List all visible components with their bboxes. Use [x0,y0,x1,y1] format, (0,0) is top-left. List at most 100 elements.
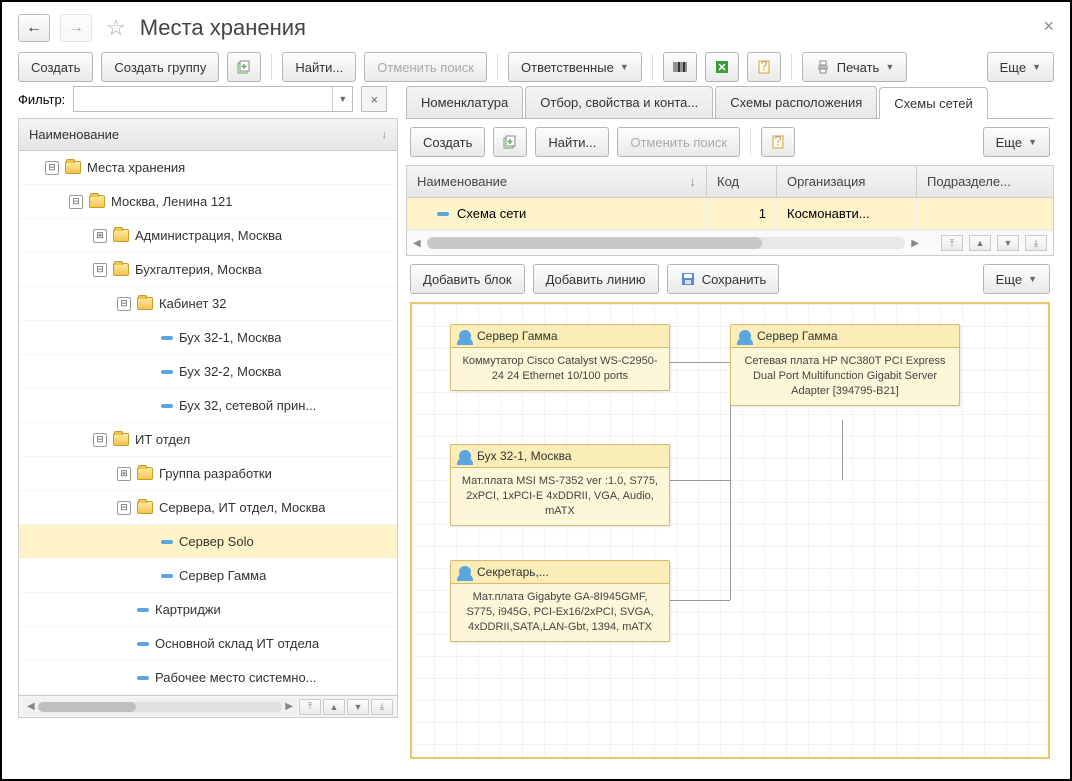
diagram-node[interactable]: Секретарь,... Мат.плата Gigabyte GA-8I945… [450,560,670,642]
tab-2[interactable]: Схемы расположения [715,86,877,118]
diagram-node[interactable]: Бух 32-1, МоскваМат.плата MSI MS-7352 ve… [450,444,670,526]
diagram-canvas[interactable]: Сервер ГаммаКоммутатор Cisco Catalyst WS… [410,302,1050,759]
sub-copy-button[interactable] [493,127,527,157]
tree-row[interactable]: Картриджи [19,593,397,627]
collapse-icon[interactable]: ⊟ [117,297,131,311]
user-icon [459,450,471,462]
nav-last-icon[interactable]: ⤓ [1025,235,1047,251]
column-header[interactable]: Подразделе... [917,166,1027,197]
folder-icon [89,195,105,208]
sub-help-button[interactable]: ? [761,127,795,157]
column-header[interactable]: Код [707,166,777,197]
add-block-button[interactable]: Добавить блок [410,264,525,294]
column-header[interactable]: Наименование↓ [407,166,707,197]
node-body: Мат.плата Gigabyte GA-8I945GMF, S775, i9… [451,584,669,641]
responsible-dropdown[interactable]: Ответственные▼ [508,52,642,82]
tree-row[interactable]: Рабочее место системно... [19,661,397,695]
collapse-icon[interactable]: ⊟ [93,263,107,277]
scrollbar[interactable] [427,237,906,249]
diagram-edge[interactable] [670,600,730,601]
add-line-button[interactable]: Добавить линию [533,264,659,294]
create-button[interactable]: Создать [18,52,93,82]
scroll-right-icon[interactable]: ▶ [911,238,919,249]
tree-row[interactable]: ⊞Администрация, Москва [19,219,397,253]
scroll-left-icon[interactable]: ◀ [27,701,35,712]
filter-label: Фильтр: [18,92,65,107]
sub-find-button[interactable]: Найти... [535,127,609,157]
barcode-button[interactable] [663,52,697,82]
collapse-icon[interactable]: ⊟ [69,195,83,209]
tree-row[interactable]: ⊟Москва, Ленина 121 [19,185,397,219]
copy-plus-icon [236,59,252,75]
node-title: Сервер Гамма [477,329,558,343]
nav-last-icon[interactable]: ⤓ [371,699,393,715]
tree-row[interactable]: ⊟Места хранения [19,151,397,185]
diagram-edge[interactable] [670,480,730,481]
tree-header[interactable]: Наименование ↓ [19,119,397,151]
nav-first-icon[interactable]: ⤒ [941,235,963,251]
tree-row[interactable]: ⊟Бухгалтерия, Москва [19,253,397,287]
diagram-node[interactable]: Сервер ГаммаКоммутатор Cisco Catalyst WS… [450,324,670,391]
tree-label: Бух 32-2, Москва [179,364,281,379]
find-button[interactable]: Найти... [282,52,356,82]
tab-1[interactable]: Отбор, свойства и конта... [525,86,713,118]
nav-down-icon[interactable]: ▼ [347,699,369,715]
table-row[interactable]: Схема сети1Космонавти... [407,198,1053,230]
print-button[interactable]: Печать▼ [802,52,908,82]
filter-dropdown-icon[interactable]: ▼ [332,87,352,111]
tree-row[interactable]: Основной склад ИТ отдела [19,627,397,661]
filter-field[interactable] [74,87,332,111]
expand-icon[interactable]: ⊞ [93,229,107,243]
tree-row[interactable]: ⊟ИТ отдел [19,423,397,457]
tree-body[interactable]: ⊟Места хранения⊟Москва, Ленина 121⊞Админ… [19,151,397,695]
tree-row[interactable]: Бух 32-2, Москва [19,355,397,389]
sort-icon: ↓ [690,174,697,189]
copy-button[interactable] [227,52,261,82]
filter-input[interactable]: ▼ [73,86,353,112]
tab-3[interactable]: Схемы сетей [879,87,987,119]
tree-row[interactable]: Сервер Solo [19,525,397,559]
create-group-button[interactable]: Создать группу [101,52,219,82]
expand-icon[interactable]: ⊞ [117,467,131,481]
tree-row[interactable]: Бух 32, сетевой прин... [19,389,397,423]
back-button[interactable]: ← [18,14,50,42]
nav-down-icon[interactable]: ▼ [997,235,1019,251]
sub-more-button[interactable]: Еще▼ [983,127,1050,157]
nav-first-icon[interactable]: ⤒ [299,699,321,715]
forward-button[interactable]: → [60,14,92,42]
column-header[interactable]: Организация [777,166,917,197]
diagram-more-button[interactable]: Еще▼ [983,264,1050,294]
collapse-icon[interactable]: ⊟ [45,161,59,175]
scroll-left-icon[interactable]: ◀ [413,238,421,249]
sub-create-button[interactable]: Создать [410,127,485,157]
filter-clear-button[interactable]: × [361,86,387,112]
tree-label: Сервер Solo [179,534,254,549]
nav-up-icon[interactable]: ▲ [969,235,991,251]
tree-row[interactable]: Сервер Гамма [19,559,397,593]
tree-row[interactable]: ⊞Группа разработки [19,457,397,491]
tree-row[interactable]: ⊟ Кабинет 32 [19,287,397,321]
excel-button[interactable] [705,52,739,82]
favorite-icon[interactable]: ☆ [106,15,126,41]
diagram-edge[interactable] [670,362,730,363]
node-title: Секретарь,... [477,565,549,579]
chevron-down-icon: ▼ [1028,274,1037,284]
close-icon[interactable]: × [1043,16,1054,37]
collapse-icon[interactable]: ⊟ [93,433,107,447]
tree-row[interactable]: ⊟Сервера, ИТ отдел, Москва [19,491,397,525]
item-icon [161,336,173,340]
diagram-node[interactable]: Сервер ГаммаСетевая плата HP NC380T PCI … [730,324,960,406]
save-button[interactable]: Сохранить [667,264,780,294]
svg-text:?: ? [774,134,781,148]
nav-up-icon[interactable]: ▲ [323,699,345,715]
tree-row[interactable]: Бух 32-1, Москва [19,321,397,355]
item-icon [161,574,173,578]
tree-label: Кабинет 32 [159,296,227,311]
chevron-down-icon: ▼ [885,62,894,72]
scroll-right-icon[interactable]: ▶ [285,701,293,712]
diagram-edge[interactable] [842,420,843,480]
collapse-icon[interactable]: ⊟ [117,501,131,515]
help-doc-button[interactable]: ? [747,52,781,82]
tab-0[interactable]: Номенклатура [406,86,523,118]
more-button[interactable]: Еще▼ [987,52,1054,82]
